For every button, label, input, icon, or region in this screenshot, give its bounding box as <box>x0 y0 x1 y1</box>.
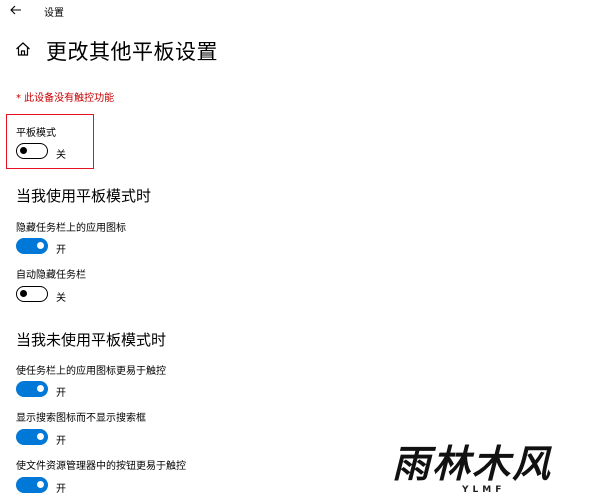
search-icon-setting-state: 开 <box>56 436 66 447</box>
page-title: 更改其他平板设置 <box>46 40 218 64</box>
hide-app-icons-state: 开 <box>56 245 66 256</box>
ylmf-watermark-logo: 雨林木风 YLMF <box>392 440 600 500</box>
auto-hide-taskbar-toggle[interactable] <box>16 286 48 302</box>
touch-app-icons-label: 使任务栏上的应用图标更易于触控 <box>16 366 166 377</box>
hide-app-icons-toggle[interactable] <box>16 238 48 254</box>
toggle-knob <box>37 433 44 440</box>
title-bar: 设置 <box>0 0 600 22</box>
explorer-buttons-state: 开 <box>56 484 66 495</box>
tablet-mode-toggle[interactable] <box>16 143 48 159</box>
hide-app-icons-label: 隐藏任务栏上的应用图标 <box>16 223 126 234</box>
auto-hide-taskbar-label: 自动隐藏任务栏 <box>16 270 86 281</box>
highlight-box <box>6 114 94 169</box>
toggle-knob <box>20 147 27 154</box>
section-heading-tablet: 当我使用平板模式时 <box>16 187 152 205</box>
auto-hide-taskbar-state: 关 <box>56 293 66 304</box>
back-button[interactable] <box>6 2 26 18</box>
search-icon-setting-toggle[interactable] <box>16 429 48 445</box>
tablet-mode-label: 平板模式 <box>16 128 56 139</box>
home-icon[interactable] <box>14 40 32 58</box>
toggle-knob <box>37 385 44 392</box>
tablet-mode-state: 关 <box>56 150 66 161</box>
touch-app-icons-state: 开 <box>56 388 66 399</box>
explorer-buttons-toggle[interactable] <box>16 477 48 493</box>
toggle-knob <box>37 242 44 249</box>
toggle-knob <box>20 290 27 297</box>
window-title: 设置 <box>44 8 64 19</box>
section-heading-non-tablet: 当我未使用平板模式时 <box>16 331 167 349</box>
watermark-subtext: YLMF <box>462 485 506 495</box>
no-touch-warning: * 此设备没有触控功能 <box>16 93 115 104</box>
watermark-text: 雨林木风 <box>392 441 553 486</box>
back-arrow-icon <box>10 5 21 15</box>
search-icon-setting-label: 显示搜索图标而不显示搜索框 <box>16 413 146 424</box>
explorer-buttons-label: 使文件资源管理器中的按钮更易于触控 <box>16 461 186 472</box>
touch-app-icons-toggle[interactable] <box>16 381 48 397</box>
toggle-knob <box>37 481 44 488</box>
